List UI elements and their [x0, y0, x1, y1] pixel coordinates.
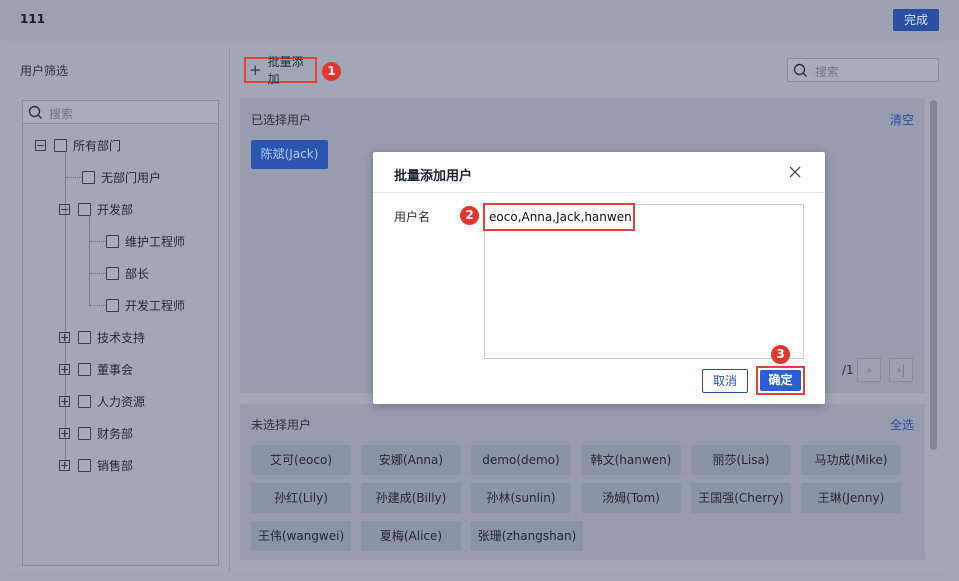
user-chip[interactable]: 安娜(Anna): [361, 445, 461, 475]
username-textarea-value[interactable]: eoco,Anna,Jack,hanwen: [483, 203, 635, 231]
user-chip[interactable]: 王琳(Jenny): [801, 483, 901, 513]
tree-node-dev-dept[interactable]: 开发部: [59, 201, 133, 217]
user-chip[interactable]: 丽莎(Lisa): [691, 445, 791, 475]
tree-node-all-departments[interactable]: 所有部门: [35, 137, 121, 153]
tree-node-sales[interactable]: 销售部: [59, 457, 133, 473]
user-chip[interactable]: 张珊(zhangshan): [471, 521, 583, 551]
tree-node-label: 部长: [125, 266, 150, 281]
tree-line: [90, 241, 106, 242]
tree-node-label: 人力资源: [97, 394, 146, 409]
tree-line: [90, 305, 106, 306]
checkbox[interactable]: [106, 234, 119, 248]
page-count: /1: [842, 363, 854, 377]
cancel-button[interactable]: 取消: [702, 369, 748, 393]
batch-add-label: 批量添加: [267, 55, 304, 86]
last-page-icon: ›|: [896, 363, 906, 377]
tree-line: [89, 216, 90, 306]
batch-add-dialog: 批量添加用户 用户名 eoco,Anna,Jack,hanwen 2 取消 3 …: [373, 152, 825, 404]
user-chip[interactable]: 艾可(eoco): [251, 445, 351, 475]
checkbox[interactable]: [106, 298, 119, 312]
tree-line: [66, 177, 82, 178]
tree-line: [65, 152, 66, 465]
expand-icon[interactable]: [59, 459, 70, 471]
tree-node-dev-engineer[interactable]: 开发工程师: [106, 297, 185, 313]
selected-users-title: 已选择用户: [251, 113, 312, 127]
tree-node-label: 开发部: [97, 202, 134, 217]
tree-node-finance[interactable]: 财务部: [59, 425, 133, 441]
expand-icon[interactable]: [59, 331, 70, 343]
plus-icon: +: [249, 61, 262, 79]
step-badge-1: 1: [322, 62, 341, 81]
filter-title: 用户筛选: [20, 64, 69, 78]
username-label: 用户名: [394, 210, 431, 224]
user-chip[interactable]: 孙林(sunlin): [471, 483, 571, 513]
checkbox[interactable]: [78, 202, 91, 216]
tree-node-label: 无部门用户: [101, 170, 162, 185]
tree-line: [90, 273, 106, 274]
next-page-button[interactable]: ›: [857, 358, 881, 382]
clear-button[interactable]: 清空: [890, 111, 914, 128]
user-chip[interactable]: 孙建成(Billy): [361, 483, 461, 513]
tree-node-label: 所有部门: [73, 138, 122, 153]
step-badge-3: 3: [771, 345, 790, 364]
selected-user-chip[interactable]: 陈斌(Jack): [251, 140, 328, 169]
dialog-divider: [373, 192, 825, 193]
collapse-icon[interactable]: [35, 139, 46, 151]
tree-node-label: 财务部: [97, 426, 134, 441]
tree-node-board[interactable]: 董事会: [59, 361, 133, 377]
tree-node-label: 开发工程师: [125, 298, 186, 313]
tree-node-label: 销售部: [97, 458, 134, 473]
search-placeholder: 搜索: [49, 107, 74, 121]
unselected-users-title: 未选择用户: [251, 418, 312, 432]
last-page-button[interactable]: ›|: [889, 358, 913, 382]
tree-node-tech-support[interactable]: 技术支持: [59, 329, 145, 345]
checkbox[interactable]: [54, 138, 67, 152]
checkbox[interactable]: [78, 458, 91, 472]
search-icon: [28, 105, 42, 119]
user-chip[interactable]: 王国强(Cherry): [691, 483, 791, 513]
tree-node-label: 维护工程师: [125, 234, 186, 249]
page-title: 111: [20, 12, 46, 26]
top-bar: 111 完成: [0, 0, 959, 40]
user-chip[interactable]: demo(demo): [471, 445, 571, 475]
expand-icon[interactable]: [59, 427, 70, 439]
tree-node-minister[interactable]: 部长: [106, 265, 149, 281]
tree-node-no-department[interactable]: 无部门用户: [82, 169, 161, 185]
step-badge-2: 2: [460, 206, 479, 225]
search-placeholder: 搜索: [815, 65, 840, 79]
user-chip[interactable]: 韩文(hanwen): [581, 445, 681, 475]
select-all-button[interactable]: 全选: [890, 416, 914, 433]
checkbox[interactable]: [106, 266, 119, 280]
checkbox[interactable]: [78, 330, 91, 344]
collapse-icon[interactable]: [59, 203, 70, 215]
tree-node-label: 董事会: [97, 362, 134, 377]
user-chip[interactable]: 汤姆(Tom): [581, 483, 681, 513]
close-icon[interactable]: [788, 165, 802, 179]
checkbox[interactable]: [78, 394, 91, 408]
tree-node-label: 技术支持: [97, 330, 146, 345]
tree-search-input[interactable]: 搜索: [22, 100, 219, 124]
tree-node-hr[interactable]: 人力资源: [59, 393, 145, 409]
expand-icon[interactable]: [59, 395, 70, 407]
user-chip[interactable]: 夏梅(Alice): [361, 521, 461, 551]
dialog-title: 批量添加用户: [394, 169, 473, 184]
user-chip[interactable]: 孙红(Lily): [251, 483, 351, 513]
search-icon: [793, 63, 807, 77]
confirm-button[interactable]: 确定: [760, 370, 801, 391]
scrollbar[interactable]: [930, 100, 937, 450]
expand-icon[interactable]: [59, 363, 70, 375]
user-search-input[interactable]: 搜索: [787, 58, 939, 82]
user-chip[interactable]: 王伟(wangwei): [251, 521, 351, 551]
batch-add-button[interactable]: + 批量添加: [244, 55, 317, 86]
tree-node-maintenance-engineer[interactable]: 维护工程师: [106, 233, 185, 249]
checkbox[interactable]: [78, 426, 91, 440]
confirm-button-highlight: 确定: [756, 366, 805, 395]
done-button[interactable]: 完成: [893, 9, 939, 31]
checkbox[interactable]: [78, 362, 91, 376]
checkbox[interactable]: [82, 170, 95, 184]
user-chip[interactable]: 马功成(Mike): [801, 445, 901, 475]
chevron-right-icon: ›: [866, 363, 872, 377]
